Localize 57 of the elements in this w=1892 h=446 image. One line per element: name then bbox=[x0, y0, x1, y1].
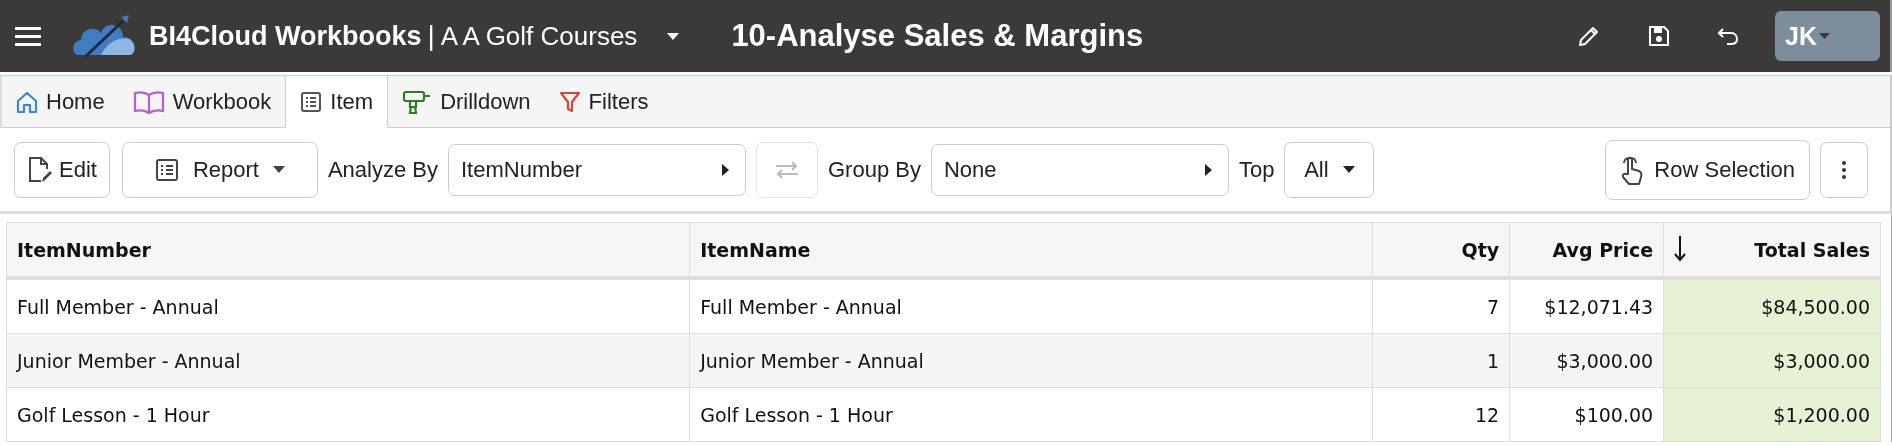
caret-icon bbox=[1342, 166, 1355, 173]
list-icon bbox=[300, 90, 323, 113]
caret-icon bbox=[272, 166, 285, 173]
table-cell: $12,071.43 bbox=[1509, 278, 1664, 334]
table-cell: Full Member - Annual bbox=[689, 278, 1373, 334]
table-cell: $3,000.00 bbox=[1663, 333, 1881, 388]
cloud-logo-icon bbox=[71, 13, 137, 59]
group-by-label: Group By bbox=[828, 156, 921, 183]
tab[interactable]: Item bbox=[285, 76, 389, 128]
analyze-by-select[interactable]: ItemNumber bbox=[448, 143, 746, 196]
row-selection-button[interactable]: Row Selection bbox=[1605, 139, 1810, 200]
sort-descending-icon bbox=[1674, 236, 1687, 262]
list-icon bbox=[154, 157, 179, 182]
home-icon bbox=[16, 89, 38, 114]
table-cell: 1 bbox=[1372, 333, 1510, 388]
table-cell: Full Member - Annual bbox=[6, 278, 690, 334]
book-icon bbox=[132, 89, 165, 114]
column-header[interactable]: Total Sales bbox=[1663, 222, 1881, 278]
separator: | bbox=[427, 20, 435, 52]
column-header[interactable]: ItemName bbox=[689, 222, 1373, 278]
filter-icon bbox=[558, 89, 581, 114]
table-cell: Golf Lesson - 1 Hour bbox=[689, 387, 1373, 442]
more-icon bbox=[1842, 160, 1846, 179]
table-cell: $84,500.00 bbox=[1663, 278, 1881, 334]
caret-icon bbox=[1819, 33, 1830, 39]
swap-icon bbox=[774, 159, 800, 180]
tab[interactable]: Home bbox=[2, 76, 119, 128]
caret-icon bbox=[1204, 163, 1212, 176]
table-cell: 12 bbox=[1372, 387, 1510, 442]
table-cell: $3,000.00 bbox=[1509, 333, 1664, 388]
top-dropdown[interactable]: All bbox=[1284, 141, 1375, 198]
analyze-by-label: Analyze By bbox=[327, 156, 438, 183]
workbook-title: 10-Analyse Sales & Margins bbox=[731, 18, 1144, 54]
undo-icon[interactable] bbox=[1717, 26, 1740, 46]
table-cell: $1,200.00 bbox=[1663, 387, 1881, 442]
menu-icon[interactable] bbox=[15, 26, 41, 46]
table-cell: Junior Member - Annual bbox=[689, 333, 1373, 388]
caret-icon[interactable] bbox=[667, 32, 680, 40]
report-dropdown[interactable]: Report bbox=[121, 141, 318, 198]
column-header[interactable]: Qty bbox=[1372, 222, 1510, 278]
edit-button[interactable]: Edit bbox=[14, 141, 110, 198]
company-name: A A Golf Courses bbox=[440, 20, 638, 52]
save-icon[interactable] bbox=[1647, 24, 1672, 48]
app-name: BI4Cloud Workbooks bbox=[149, 20, 422, 52]
table-cell: $100.00 bbox=[1509, 387, 1664, 442]
document-edit-icon bbox=[27, 154, 53, 185]
column-header[interactable]: ItemNumber bbox=[6, 222, 690, 278]
column-header[interactable]: Avg Price bbox=[1509, 222, 1664, 278]
table-cell: Golf Lesson - 1 Hour bbox=[6, 387, 690, 442]
table-cell: Junior Member - Annual bbox=[6, 333, 690, 388]
tab[interactable]: Filters bbox=[544, 76, 663, 128]
top-label: Top bbox=[1238, 156, 1275, 183]
caret-icon bbox=[722, 163, 729, 176]
table-cell: 7 bbox=[1372, 278, 1510, 334]
group-by-select[interactable]: None bbox=[930, 143, 1229, 196]
drill-icon bbox=[402, 88, 433, 115]
tab[interactable]: Drilldown bbox=[388, 76, 545, 128]
